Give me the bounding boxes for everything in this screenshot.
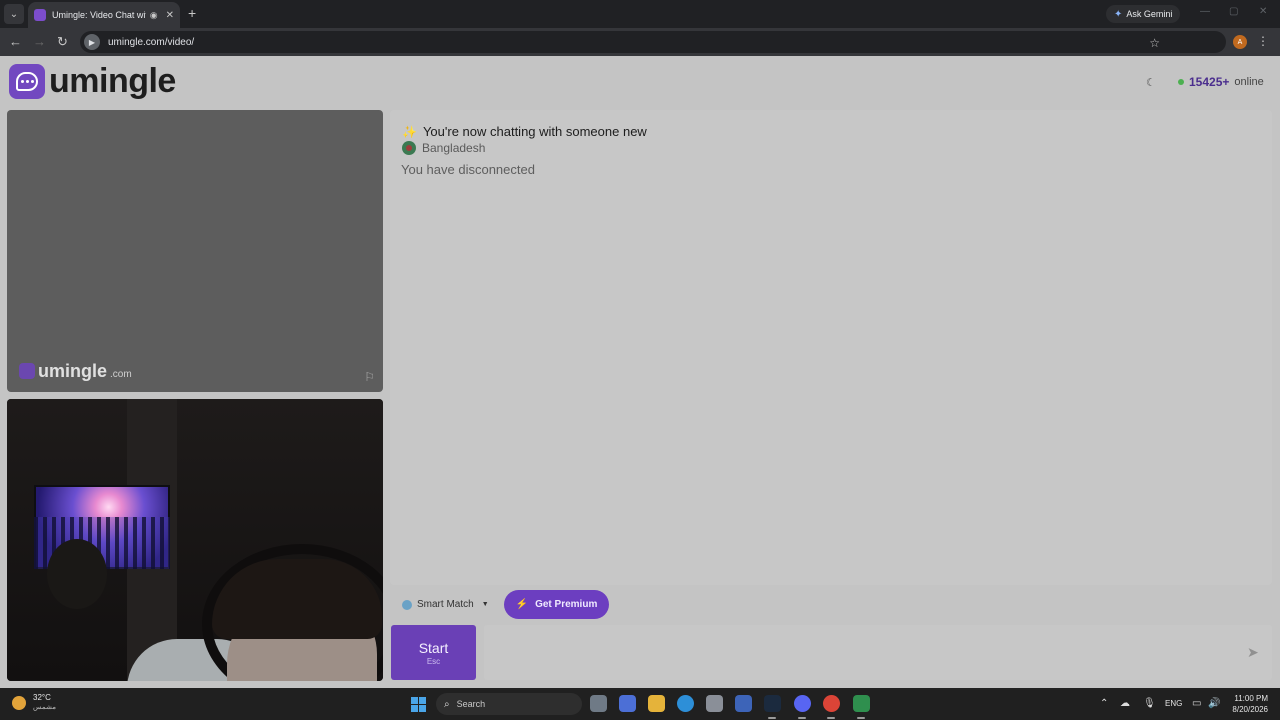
smart-match-label: Smart Match xyxy=(417,599,474,610)
windows-taskbar: 32°C مشمس ⌕ Search ⌃ ☁ 🎙 ENG ▭ 🔊 11:00 P… xyxy=(0,688,1280,720)
app-icon[interactable] xyxy=(853,695,870,712)
new-tab-icon[interactable]: + xyxy=(188,6,196,20)
send-icon[interactable]: ➤ xyxy=(1247,644,1270,661)
browser-tab[interactable]: Umingle: Video Chat with S ◉ ✕ xyxy=(28,2,180,28)
search-icon: ⌕ xyxy=(444,698,450,710)
tab-close-icon[interactable]: ✕ xyxy=(166,10,174,21)
weather-desc: مشمس xyxy=(33,704,56,711)
ask-gemini-label: Ask Gemini xyxy=(1126,9,1173,19)
task-view-icon[interactable] xyxy=(590,695,607,712)
report-flag-icon[interactable]: ⚐ xyxy=(364,370,375,384)
tab-favicon-icon xyxy=(34,9,46,21)
sparkles-icon: ✨ xyxy=(402,124,417,139)
get-premium-label: Get Premium xyxy=(535,599,598,610)
partner-location: Bangladesh xyxy=(402,141,485,155)
watermark-name: umingle xyxy=(38,361,108,381)
taskbar-search[interactable]: ⌕ Search xyxy=(436,693,582,715)
language-indicator[interactable]: ENG xyxy=(1165,699,1182,708)
maximize-icon[interactable]: ▢ xyxy=(1229,6,1238,17)
store-icon[interactable] xyxy=(706,695,723,712)
watermark-domain: .com xyxy=(110,369,132,380)
dark-mode-toggle-icon[interactable]: ☾ xyxy=(1146,76,1156,89)
discord-icon[interactable] xyxy=(794,695,811,712)
online-dot-icon xyxy=(1178,79,1184,85)
search-placeholder: Search xyxy=(456,699,486,709)
get-premium-button[interactable]: ⚡ Get Premium xyxy=(504,590,609,619)
mail-icon[interactable] xyxy=(735,695,752,712)
url-text: umingle.com/video/ xyxy=(108,36,195,48)
bookmark-star-icon[interactable]: ☆ xyxy=(1149,36,1160,50)
caret-down-icon: ▼ xyxy=(481,601,489,608)
bangladesh-flag-icon xyxy=(402,141,416,155)
display-icon[interactable]: ▭ xyxy=(1192,698,1201,709)
system-clock[interactable]: 11:00 PM 8/20/2026 xyxy=(1228,693,1268,715)
profile-avatar[interactable]: A xyxy=(1233,35,1247,49)
tab-title: Umingle: Video Chat with S xyxy=(52,10,146,20)
watermark-logo-icon xyxy=(19,363,35,379)
forward-arrow-icon[interactable]: → xyxy=(33,34,46,50)
chat-header: ✨ You're now chatting with someone new xyxy=(402,124,647,139)
network-cloud-icon[interactable]: ☁ xyxy=(1120,698,1130,709)
chat-log: ✨ You're now chatting with someone new B… xyxy=(390,110,1272,585)
start-shortcut-hint: Esc xyxy=(426,656,441,666)
message-input[interactable] xyxy=(484,625,1272,680)
copilot-icon[interactable] xyxy=(619,695,636,712)
logo-text[interactable]: umingle xyxy=(49,62,176,101)
chrome-icon[interactable] xyxy=(823,695,840,712)
address-bar[interactable]: ▶ umingle.com/video/ ☆ xyxy=(80,31,1226,53)
online-label: online xyxy=(1234,76,1264,88)
close-window-icon[interactable]: ✕ xyxy=(1259,6,1267,17)
self-camera-video xyxy=(7,399,383,681)
smart-match-dropdown[interactable]: Smart Match ▼ xyxy=(402,599,489,610)
umingle-page: umingle ☾ 15425+ online umingle .com ⚐ ✨… xyxy=(0,56,1280,688)
logo-icon[interactable] xyxy=(9,64,45,99)
start-button[interactable]: Start Esc xyxy=(391,625,476,680)
tray-chevron-icon[interactable]: ⌃ xyxy=(1100,698,1108,709)
globe-icon xyxy=(402,599,412,610)
clock-time: 11:00 PM xyxy=(1234,694,1268,703)
file-explorer-icon[interactable] xyxy=(648,695,665,712)
status-message: You have disconnected xyxy=(401,162,535,177)
audio-indicator-icon[interactable]: ◉ xyxy=(150,10,158,21)
stranger-video: umingle .com ⚐ xyxy=(7,110,383,392)
weather-widget[interactable]: 32°C مشمس xyxy=(12,693,56,712)
partner-country: Bangladesh xyxy=(422,141,486,155)
clock-date: 8/20/2026 xyxy=(1232,705,1268,714)
windows-start-icon[interactable] xyxy=(411,697,426,712)
browser-menu-icon[interactable]: ⋮ xyxy=(1257,34,1269,48)
video-watermark: umingle .com xyxy=(19,361,132,382)
tab-search-button[interactable]: ⌄ xyxy=(4,4,24,24)
reload-icon[interactable]: ↻ xyxy=(57,34,68,50)
weather-temp: 32°C xyxy=(33,693,51,702)
lightning-icon: ⚡ xyxy=(515,599,529,610)
online-number: 15425+ xyxy=(1189,75,1230,89)
chat-title: You're now chatting with someone new xyxy=(422,124,647,139)
site-info-icon[interactable]: ▶ xyxy=(84,34,100,50)
browser-titlebar: ⌄ Umingle: Video Chat with S ◉ ✕ + ✦ Ask… xyxy=(0,0,1280,28)
ask-gemini-button[interactable]: ✦ Ask Gemini xyxy=(1106,5,1181,23)
browser-toolbar: ← → ↻ ▶ umingle.com/video/ ☆ A ⋮ xyxy=(0,28,1280,56)
sun-icon xyxy=(12,695,26,710)
edge-icon[interactable] xyxy=(677,695,694,712)
microphone-icon[interactable]: 🎙 xyxy=(1143,698,1156,709)
online-count: 15425+ online xyxy=(1178,75,1264,89)
steam-icon[interactable] xyxy=(764,695,781,712)
volume-icon[interactable]: 🔊 xyxy=(1208,698,1220,709)
gemini-sparkle-icon: ✦ xyxy=(1114,8,1123,20)
back-arrow-icon[interactable]: ← xyxy=(9,34,22,50)
chevron-down-icon: ⌄ xyxy=(9,8,19,20)
start-label: Start xyxy=(418,639,449,656)
minimize-icon[interactable]: — xyxy=(1200,6,1210,17)
